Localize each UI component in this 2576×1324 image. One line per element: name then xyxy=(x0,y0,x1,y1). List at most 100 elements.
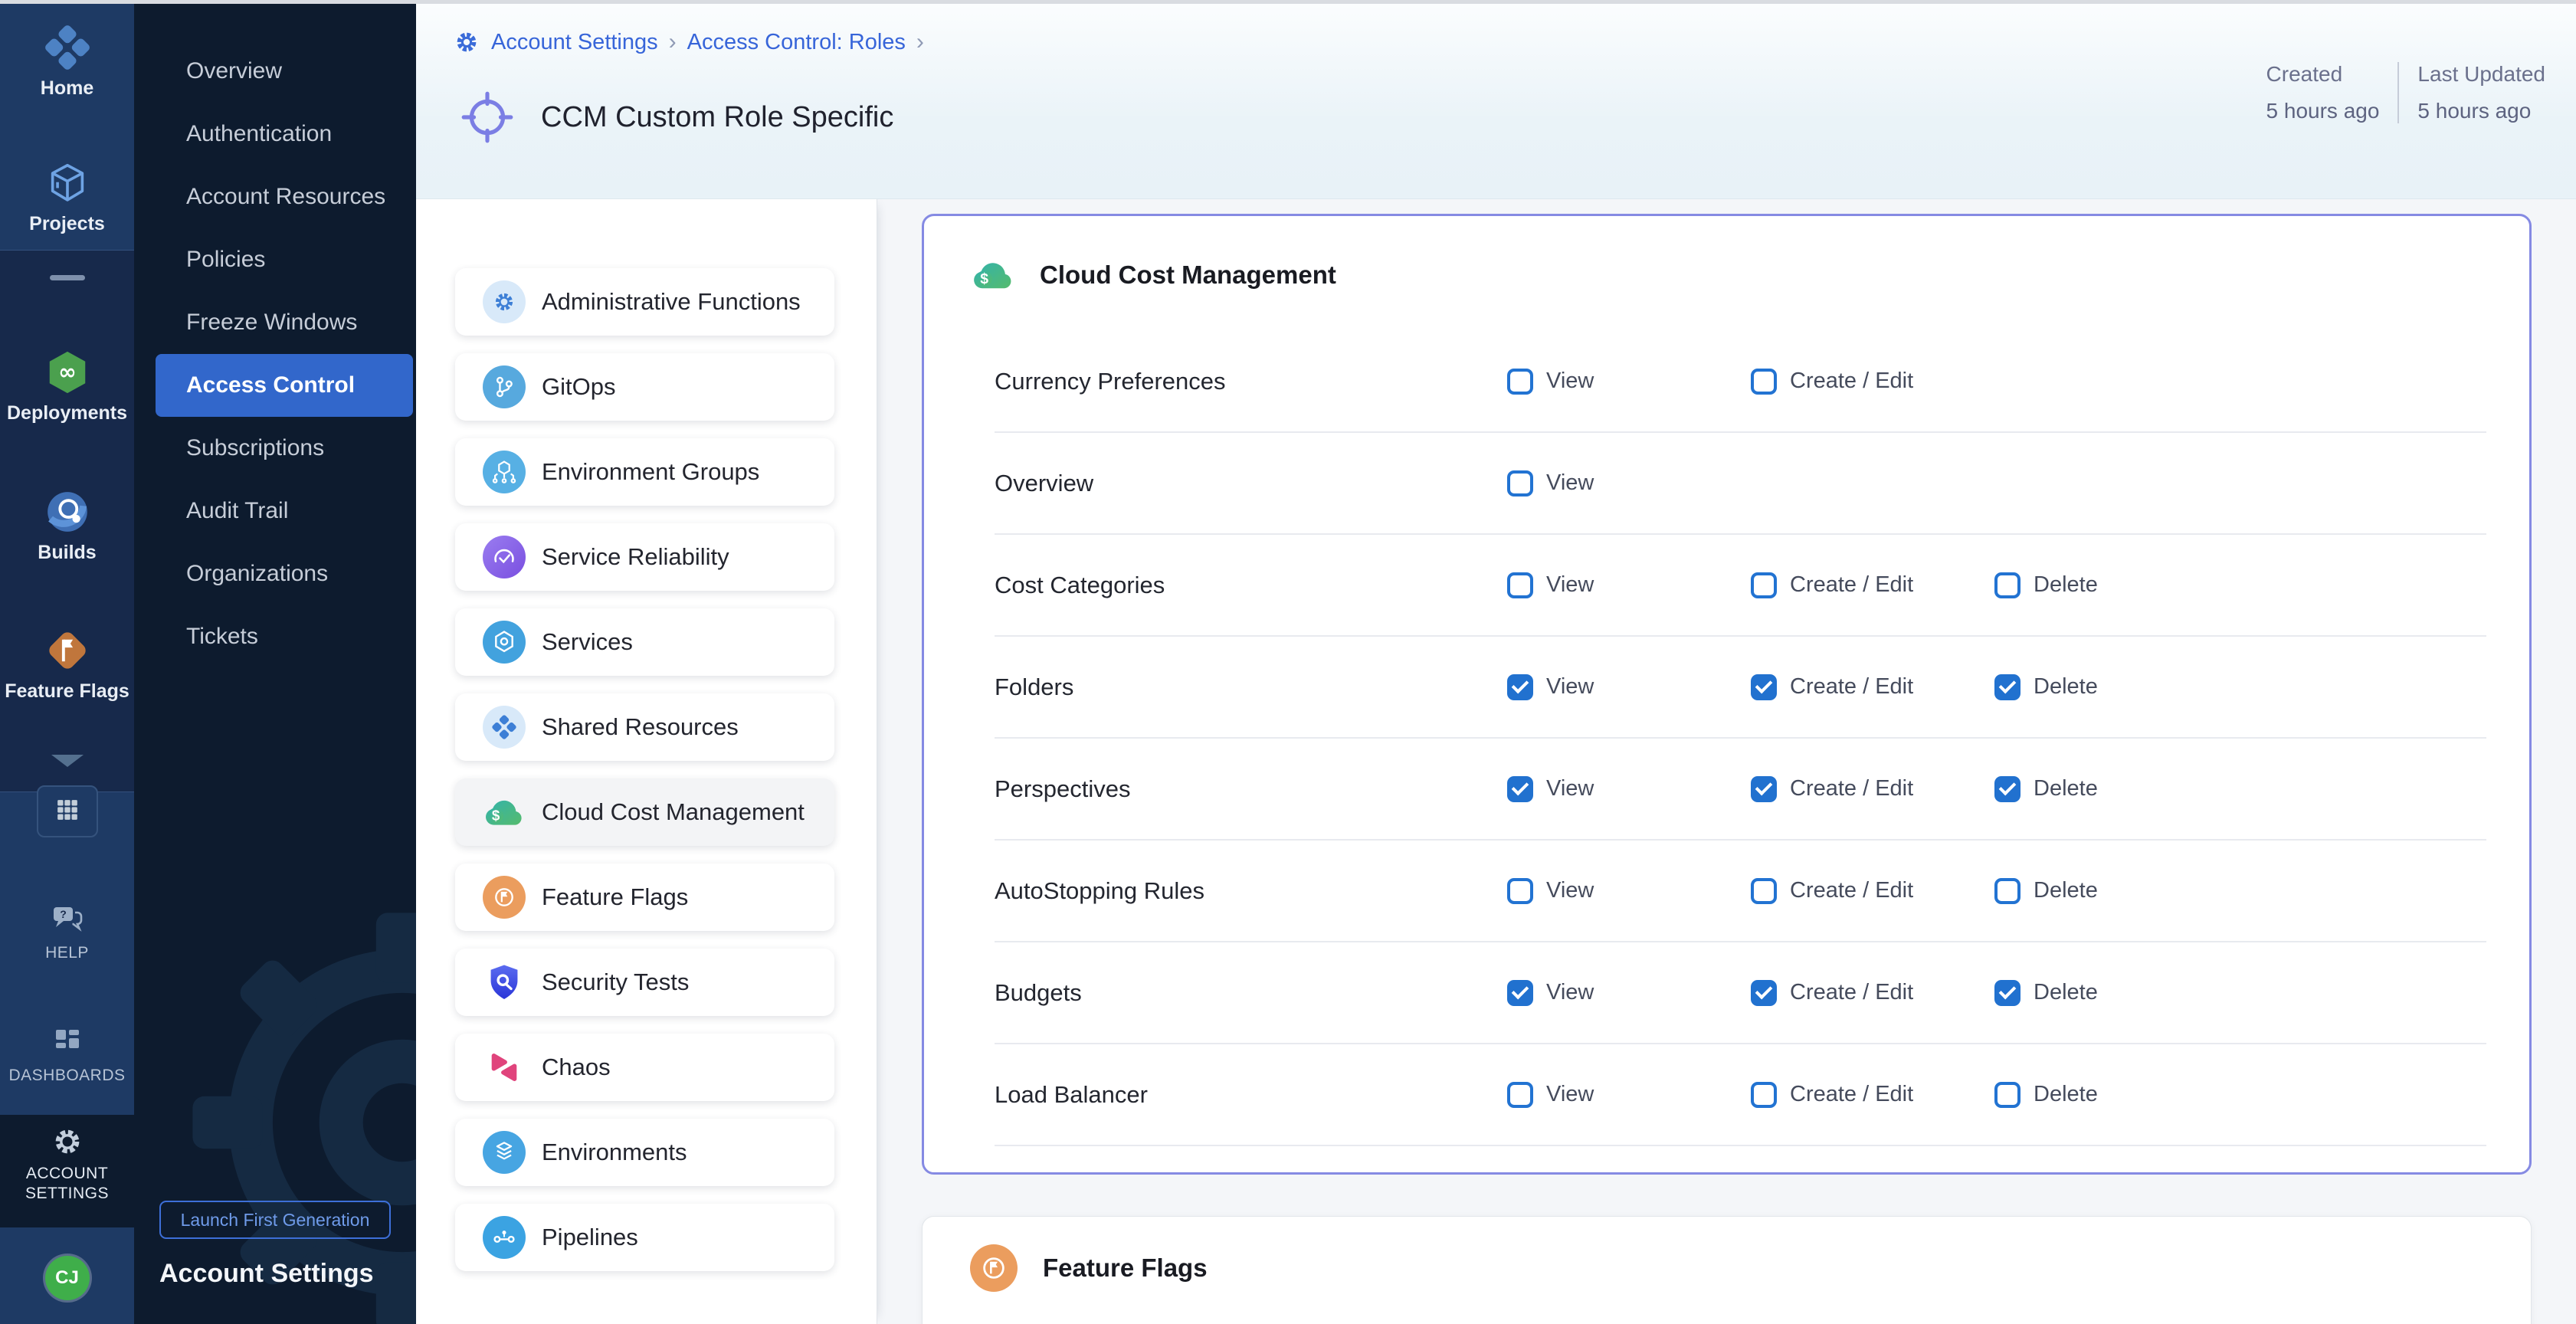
settings-sidebar: Overview Authentication Account Resource… xyxy=(134,4,416,1324)
sidebar-menu-item[interactable]: Overview xyxy=(134,40,416,103)
sidebar-menu-item[interactable]: Subscriptions xyxy=(134,417,416,480)
feature-flags-icon xyxy=(44,627,91,674)
checkbox[interactable] xyxy=(1507,470,1533,496)
ccm-cloud-icon: $ xyxy=(483,791,526,834)
rail-module[interactable]: ∞ Deployments xyxy=(0,349,134,424)
rail-module[interactable]: Projects xyxy=(0,159,134,235)
rail-drag-handle[interactable] xyxy=(50,275,85,280)
checkbox[interactable] xyxy=(1751,674,1777,700)
resource-category-label: GitOps xyxy=(542,373,615,401)
breadcrumb-link[interactable]: Account Settings xyxy=(491,30,658,55)
rail-module[interactable]: Home xyxy=(0,24,134,100)
window-top-strip xyxy=(0,0,2576,4)
sidebar-menu-item[interactable]: Freeze Windows xyxy=(134,291,416,354)
module-switcher-button[interactable] xyxy=(37,785,98,837)
cloud-cost-management-icon: $ xyxy=(972,256,1014,294)
breadcrumb-separator: › xyxy=(669,29,677,55)
permission-create-edit: Create / Edit xyxy=(1751,369,1913,395)
sidebar-menu-item[interactable]: Organizations xyxy=(134,542,416,605)
resource-category-label: Chaos xyxy=(542,1054,611,1081)
permission-row: Folders ViewCreate / EditDelete xyxy=(995,637,2486,739)
checkbox-label: Delete xyxy=(2034,674,2098,700)
resource-category-card[interactable]: Chaos xyxy=(455,1034,834,1101)
breadcrumb: Account Settings › Access Control: Roles… xyxy=(453,28,924,56)
permission-view: View xyxy=(1507,572,1594,598)
resource-category-card[interactable]: Environments xyxy=(455,1119,834,1186)
checkbox[interactable] xyxy=(1994,980,2020,1006)
checkbox-label: Create / Edit xyxy=(1790,572,1913,598)
rail-module-label: Home xyxy=(41,78,93,100)
checkbox[interactable] xyxy=(1751,980,1777,1006)
permissions-area: $ Cloud Cost Management Currency Prefere… xyxy=(877,198,2576,1324)
permission-view: View xyxy=(1507,369,1594,395)
resource-category-list: Administrative Functions GitOps Environm… xyxy=(416,198,877,1324)
resource-category-card[interactable]: Shared Resources xyxy=(455,693,834,761)
checkbox[interactable] xyxy=(1507,878,1533,904)
checkbox[interactable] xyxy=(1507,572,1533,598)
resource-category-card[interactable]: Services xyxy=(455,608,834,676)
sidebar-menu-item[interactable]: Tickets xyxy=(134,605,416,668)
checkbox[interactable] xyxy=(1751,572,1777,598)
checkbox[interactable] xyxy=(1994,674,2020,700)
checkbox[interactable] xyxy=(1751,878,1777,904)
checkbox-label: Delete xyxy=(2034,980,2098,1005)
svg-text:$: $ xyxy=(492,807,500,823)
rail-utility-label: DASHBOARDS xyxy=(8,1067,125,1084)
checkbox[interactable] xyxy=(1507,776,1533,802)
checkbox-label: Create / Edit xyxy=(1790,776,1913,801)
resource-category-card[interactable]: Pipelines xyxy=(455,1204,834,1271)
feature-flags-permissions-panel: Feature Flags xyxy=(922,1216,2532,1324)
rail-module-label: Projects xyxy=(29,214,105,235)
checkbox[interactable] xyxy=(1507,980,1533,1006)
rail-utility-label: HELP xyxy=(45,944,89,962)
checkbox-label: Create / Edit xyxy=(1790,674,1913,700)
gear-icon xyxy=(50,1124,85,1159)
resource-category-card[interactable]: GitOps xyxy=(455,353,834,421)
panel-header: Feature Flags xyxy=(970,1244,1208,1292)
pipelines-icon xyxy=(483,1216,526,1259)
resource-category-card[interactable]: Environment Groups xyxy=(455,438,834,506)
chevron-down-icon[interactable] xyxy=(51,755,84,767)
checkbox-label: View xyxy=(1546,878,1594,903)
rail-module[interactable]: Builds xyxy=(0,488,134,564)
checkbox-label: Create / Edit xyxy=(1790,878,1913,903)
sidebar-menu-item[interactable]: Authentication xyxy=(134,103,416,166)
rail-item-account-settings[interactable]: ACCOUNT SETTINGS xyxy=(0,1124,134,1204)
checkbox[interactable] xyxy=(1994,776,2020,802)
resource-name: Overview xyxy=(995,470,1093,497)
panel-title: Cloud Cost Management xyxy=(1040,261,1336,290)
sidebar-menu-item[interactable]: Audit Trail xyxy=(134,480,416,542)
checkbox[interactable] xyxy=(1994,1082,2020,1108)
checkbox[interactable] xyxy=(1751,1082,1777,1108)
breadcrumb-link[interactable]: Access Control: Roles xyxy=(687,30,906,55)
checkbox-label: Create / Edit xyxy=(1790,1082,1913,1107)
resource-category-label: Administrative Functions xyxy=(542,288,801,316)
sidebar-menu-item[interactable]: Account Resources xyxy=(134,166,416,228)
permission-rows: Currency Preferences ViewCreate / Edit O… xyxy=(995,331,2486,1146)
rail-module-label: Feature Flags xyxy=(5,681,129,703)
resource-category-card[interactable]: Administrative Functions xyxy=(455,268,834,336)
rail-utility[interactable]: ? HELP xyxy=(0,900,134,962)
sidebar-menu-item-label: Access Control xyxy=(186,372,355,398)
checkbox[interactable] xyxy=(1507,369,1533,395)
resource-category-card[interactable]: $ Cloud Cost Management xyxy=(455,778,834,846)
environments-icon xyxy=(483,1131,526,1174)
sidebar-menu-item[interactable]: Policies xyxy=(134,228,416,291)
launch-first-generation-button[interactable]: Launch First Generation xyxy=(159,1201,391,1239)
checkbox[interactable] xyxy=(1751,776,1777,802)
sidebar-menu-item[interactable]: Access Control xyxy=(156,354,413,417)
checkbox[interactable] xyxy=(1751,369,1777,395)
resource-category-card[interactable]: Service Reliability xyxy=(455,523,834,591)
resource-category-card[interactable]: Security Tests xyxy=(455,949,834,1016)
resource-category-card[interactable]: Feature Flags xyxy=(455,864,834,931)
checkbox[interactable] xyxy=(1507,674,1533,700)
checkbox[interactable] xyxy=(1994,572,2020,598)
rail-module[interactable]: Feature Flags xyxy=(0,627,134,703)
checkbox[interactable] xyxy=(1994,878,2020,904)
permission-delete: Delete xyxy=(1994,1082,2098,1108)
permission-view: View xyxy=(1507,878,1594,904)
feature-flags-icon xyxy=(970,1244,1018,1292)
avatar[interactable]: CJ xyxy=(45,1256,90,1300)
rail-utility[interactable]: DASHBOARDS xyxy=(0,1023,134,1084)
checkbox[interactable] xyxy=(1507,1082,1533,1108)
